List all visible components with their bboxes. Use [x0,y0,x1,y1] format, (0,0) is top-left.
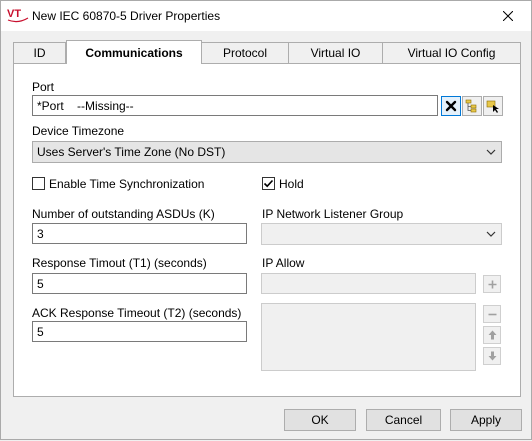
arrow-down-icon [488,351,496,361]
move-down-button[interactable] [483,347,501,365]
tab-communications[interactable]: Communications [66,40,202,64]
enable-time-sync-checkbox[interactable] [32,177,45,190]
dialog-window: VT New IEC 60870-5 Driver Properties ID … [0,0,532,440]
ip-allow-label: IP Allow [262,256,305,270]
hold-checkbox[interactable] [262,177,275,190]
app-logo-icon: VT [7,8,29,23]
outstanding-asdus-label: Number of outstanding ASDUs (K) [32,207,215,221]
cancel-label: Cancel [384,413,423,427]
window-title: New IEC 60870-5 Driver Properties [32,9,221,23]
add-ip-button[interactable] [483,275,501,293]
tab-virtual-io-config[interactable]: Virtual IO Config [382,42,521,63]
plus-icon [488,280,496,288]
tab-label: Virtual IO [310,46,361,60]
cancel-button[interactable]: Cancel [366,409,441,431]
ok-button[interactable]: OK [284,409,356,431]
close-button[interactable] [485,1,531,31]
response-timeout-value: 5 [37,276,44,291]
title-bar: VT New IEC 60870-5 Driver Properties [1,1,531,31]
ip-listener-group-label: IP Network Listener Group [262,207,404,221]
delete-icon [445,100,457,112]
svg-text:VT: VT [7,8,21,20]
select-cursor-icon [486,100,499,113]
ip-allow-list[interactable] [261,303,476,371]
clear-port-button[interactable] [441,96,461,116]
chevron-down-icon [486,231,496,237]
apply-label: Apply [470,413,502,427]
port-label: Port [32,80,55,94]
browse-tree-button[interactable] [462,96,482,116]
ok-label: OK [311,413,329,427]
tab-virtual-io[interactable]: Virtual IO [288,42,383,63]
response-timeout-input[interactable]: 5 [32,273,247,294]
ack-timeout-label: ACK Response Timeout (T2) (seconds) [32,306,242,320]
device-timezone-dropdown[interactable]: Uses Server's Time Zone (No DST) [32,141,502,163]
ack-timeout-input[interactable]: 5 [32,321,247,342]
outstanding-asdus-input[interactable]: 3 [32,223,247,244]
outstanding-asdus-value: 3 [37,226,44,241]
hold-label[interactable]: Hold [279,177,304,191]
tab-protocol[interactable]: Protocol [201,42,289,63]
select-port-button[interactable] [483,96,503,116]
move-up-button[interactable] [483,326,501,344]
tab-label: Communications [85,45,183,60]
ip-listener-group-dropdown[interactable] [261,223,502,245]
minus-icon [488,313,496,315]
remove-ip-button[interactable] [483,305,501,323]
ack-timeout-value: 5 [37,324,44,339]
port-field[interactable]: *Port --Missing-- [32,95,438,116]
device-timezone-label: Device Timezone [32,124,125,138]
tab-id[interactable]: ID [13,42,66,63]
tab-label: Protocol [222,46,268,60]
ip-allow-input[interactable] [261,273,476,294]
apply-button[interactable]: Apply [450,409,522,431]
tree-browse-icon [465,99,477,113]
device-timezone-value: Uses Server's Time Zone (No DST) [37,145,226,159]
arrow-up-icon [488,330,496,340]
checkmark-icon [263,179,274,188]
chevron-down-icon [486,149,496,155]
enable-time-sync-label[interactable]: Enable Time Synchronization [49,177,204,191]
tab-label: ID [33,46,46,60]
response-timeout-label: Response Timout (T1) (seconds) [32,256,207,270]
tab-label: Virtual IO Config [407,46,496,60]
port-value: *Port --Missing-- [37,98,134,113]
close-icon [503,11,513,21]
